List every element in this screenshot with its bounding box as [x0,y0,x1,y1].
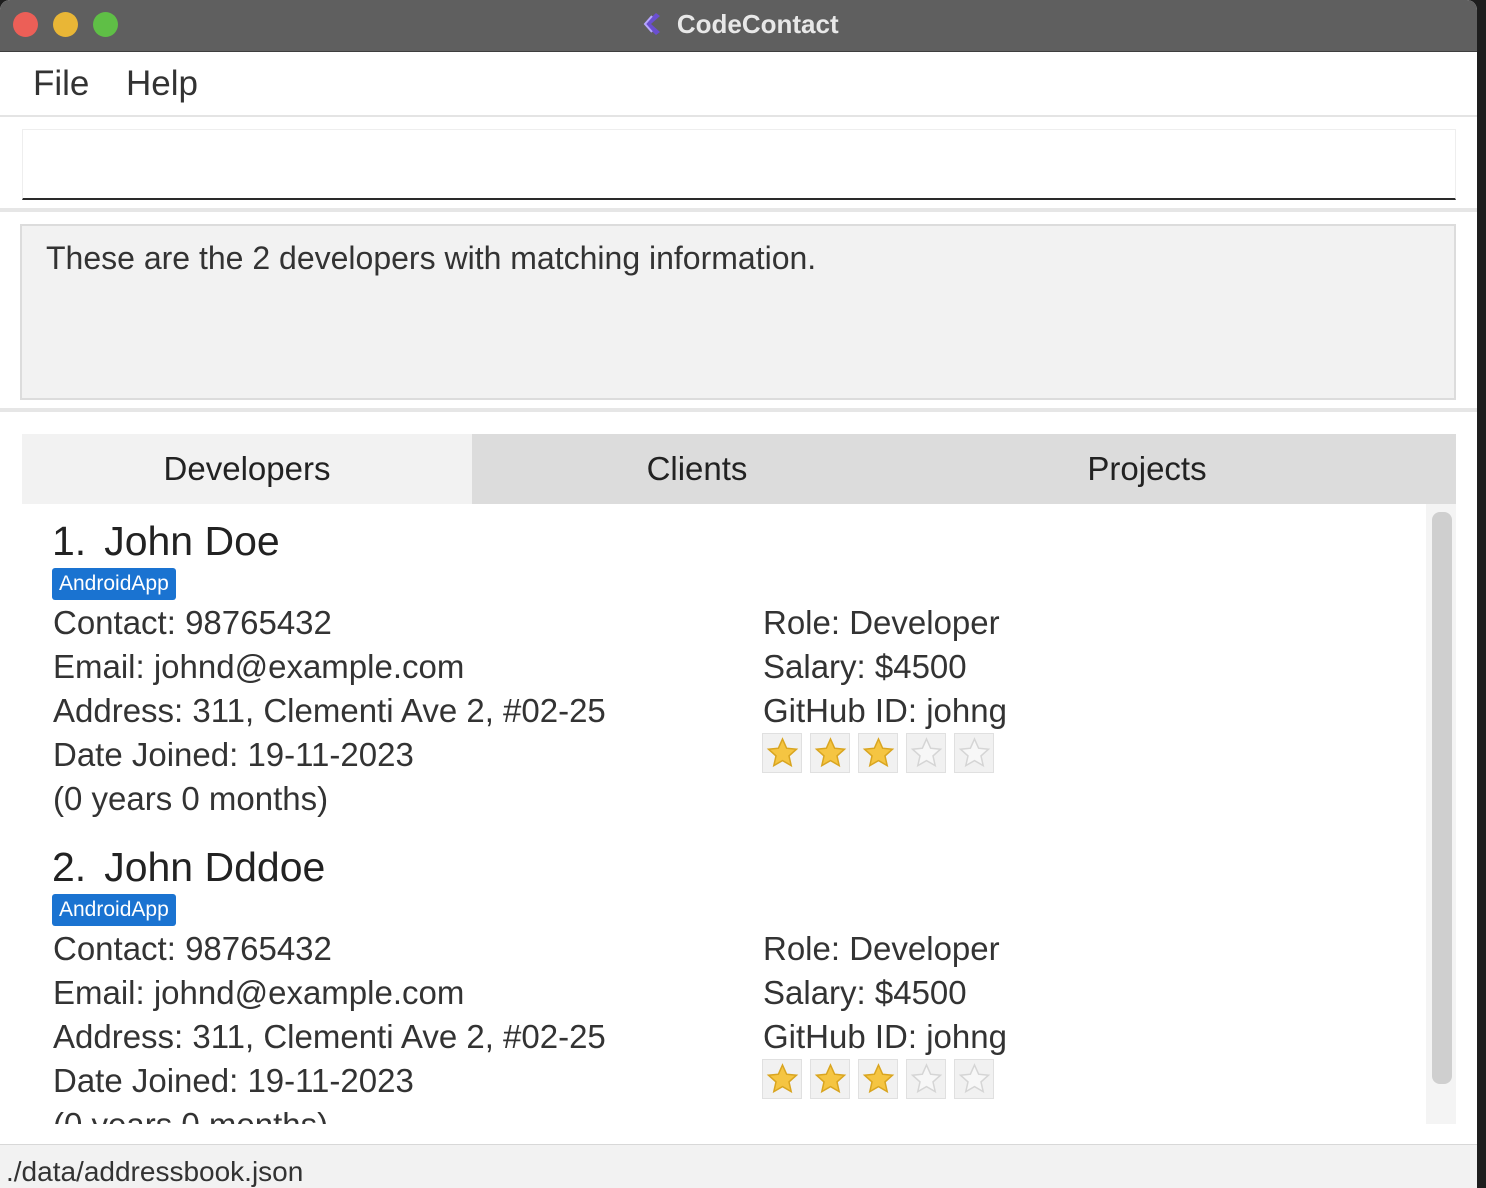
result-message: These are the 2 developers with matching… [46,240,817,276]
menu-bar: File Help [0,53,1477,117]
developer-email: Email: johnd@example.com [53,648,465,685]
developer-card[interactable]: 2. John Dddoe AndroidApp Contact: 9876543… [22,840,1422,1124]
result-display: These are the 2 developers with matching… [20,224,1456,400]
developer-index: 2. [52,844,87,890]
menu-help[interactable]: Help [126,64,198,104]
developer-contact: Contact: 98765432 [53,604,332,641]
developer-github: GitHub ID: johng [763,1018,1007,1055]
star-empty-icon [954,1059,994,1099]
developer-address: Address: 311, Clementi Ave 2, #02-25 [53,692,606,729]
tab-clients[interactable]: Clients [472,434,922,504]
developer-name: John Dddoe [104,844,326,890]
developer-list[interactable]: 1. John Doe AndroidApp Contact: 98765432 … [22,504,1456,1124]
developer-date-joined: Date Joined: 19-11-2023 [53,736,414,773]
star-empty-icon [906,1059,946,1099]
command-box-area [0,119,1477,212]
project-tag: AndroidApp [52,894,176,926]
title-bar: CodeContact [0,0,1477,52]
scrollbar-track[interactable] [1426,504,1456,1124]
title-wrap: CodeContact [0,7,1477,41]
project-tag: AndroidApp [52,568,176,600]
developer-role: Role: Developer [763,604,1000,641]
menu-file[interactable]: File [33,64,89,104]
star-filled-icon [858,1059,898,1099]
background-window-edge [1477,0,1486,1188]
command-input[interactable] [22,129,1456,200]
tab-bar: Developers Clients Projects [22,434,1456,504]
data-file-path: ./data/addressbook.json [6,1156,304,1187]
developer-date-joined: Date Joined: 19-11-2023 [53,1062,414,1099]
developer-email: Email: johnd@example.com [53,974,465,1011]
developer-address: Address: 311, Clementi Ave 2, #02-25 [53,1018,606,1055]
developer-github: GitHub ID: johng [763,692,1007,729]
developer-salary: Salary: $4500 [763,648,967,685]
developer-tenure: (0 years 0 months) [53,780,329,817]
status-bar: ./data/addressbook.json [0,1144,1477,1188]
developer-role: Role: Developer [763,930,1000,967]
developer-salary: Salary: $4500 [763,974,967,1011]
result-display-area: These are the 2 developers with matching… [0,212,1477,412]
star-filled-icon [762,733,802,773]
app-window: CodeContact File Help These are the 2 de… [0,0,1477,1188]
developer-name-row: 1. John Doe [52,518,280,565]
tab-projects[interactable]: Projects [922,434,1372,504]
developer-index: 1. [52,518,87,564]
star-empty-icon [954,733,994,773]
star-filled-icon [762,1059,802,1099]
scrollbar-thumb[interactable] [1432,512,1452,1084]
developer-name-row: 2. John Dddoe [52,844,325,891]
star-filled-icon [810,733,850,773]
star-filled-icon [810,1059,850,1099]
developer-contact: Contact: 98765432 [53,930,332,967]
tab-developers[interactable]: Developers [22,434,472,504]
developer-card[interactable]: 1. John Doe AndroidApp Contact: 98765432 … [22,514,1422,840]
developer-tenure: (0 years 0 months) [53,1106,328,1124]
codecontact-logo-icon [644,13,661,35]
star-filled-icon [858,733,898,773]
window-title: CodeContact [676,9,839,39]
star-empty-icon [906,733,946,773]
developer-name: John Doe [104,518,280,564]
